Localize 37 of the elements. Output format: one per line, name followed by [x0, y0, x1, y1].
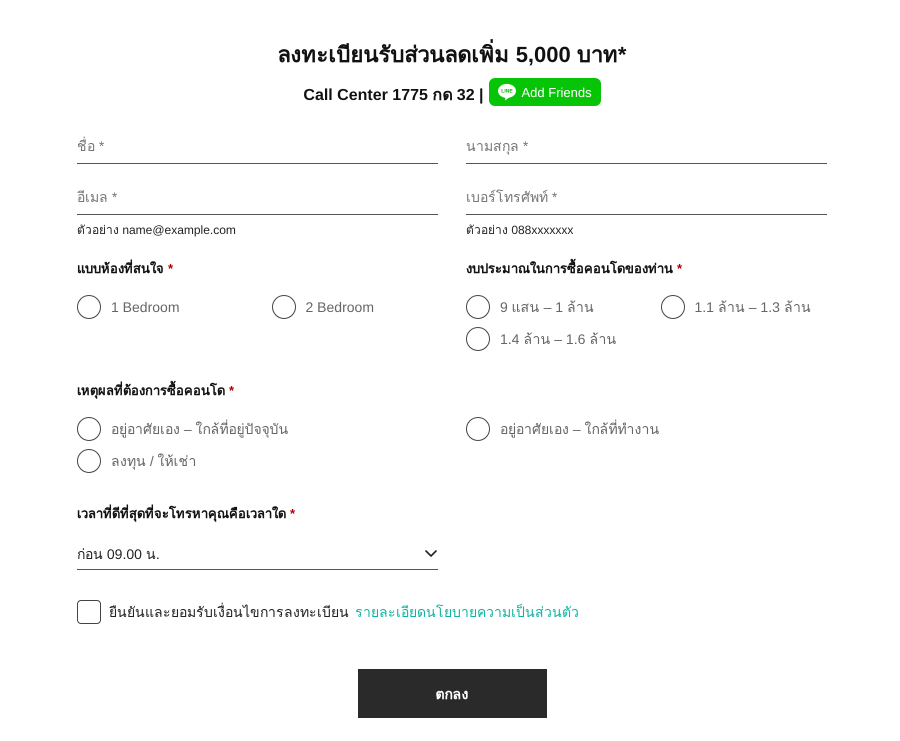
radio-button[interactable]	[77, 449, 101, 473]
radio-button[interactable]	[77, 417, 101, 441]
question-label: งบประมาณในการซื้อคอนโดของท่าน	[466, 260, 673, 278]
radio-button[interactable]	[466, 295, 490, 319]
checkbox[interactable]	[77, 600, 101, 624]
input-field[interactable]: นามสกุล *	[466, 132, 827, 164]
field-hint: ตัวอย่าง name@example.com	[77, 223, 237, 237]
radio-label[interactable]: 1 Bedroom	[111, 299, 180, 315]
input-field[interactable]: เบอร์โทรศัพท์ *	[466, 183, 827, 215]
radio-label[interactable]: อยู่อาศัยเอง – ใกล้ที่ทำงาน	[500, 418, 660, 440]
radio-label[interactable]: 1.1 ล้าน – 1.3 ล้าน	[694, 296, 811, 318]
radio-label[interactable]: ลงทุน / ให้เช่า	[111, 450, 197, 472]
radio-label[interactable]: 9 แสน – 1 ล้าน	[500, 296, 594, 318]
submit-button[interactable]: ตกลง	[358, 669, 546, 718]
input-field[interactable]: ชื่อ *	[77, 132, 438, 164]
required-mark: *	[290, 505, 296, 523]
required-mark: *	[229, 382, 234, 400]
radio-label[interactable]: 1.4 ล้าน – 1.6 ล้าน	[500, 328, 616, 350]
radio-button[interactable]	[466, 417, 490, 441]
field-hint: ตัวอย่าง 088xxxxxxx	[466, 223, 574, 237]
call-center-text: Call Center 1775 กด 32 |	[303, 86, 484, 106]
input-field[interactable]: อีเมล *	[77, 183, 438, 215]
form-title: ลงทะเบียนรับส่วนลดเพิ่ม 5,000 บาท*	[77, 40, 827, 70]
question-label: เหตุผลที่ต้องการซื้อคอนโด	[77, 382, 225, 400]
radio-button[interactable]	[272, 295, 296, 319]
radio-label[interactable]: 2 Bedroom	[306, 299, 374, 315]
radio-button[interactable]	[660, 295, 684, 319]
radio-label[interactable]: อยู่อาศัยเอง – ใกล้ที่อยู่ปัจจุบัน	[111, 418, 289, 440]
required-mark: *	[168, 260, 174, 278]
question-label: เวลาที่ดีที่สุดที่จะโทรหาคุณคือเวลาใด	[77, 505, 286, 523]
question-label: แบบห้องที่สนใจ	[77, 260, 164, 278]
radio-button[interactable]	[77, 295, 101, 319]
required-mark: *	[677, 260, 682, 278]
time-dropdown[interactable]: ก่อน 09.00 น.	[77, 540, 438, 570]
consent-text: ยืนยันและยอมรับเงื่อนไขการลงทะเบียน	[109, 602, 349, 622]
chevron-down-icon	[425, 550, 437, 557]
radio-button[interactable]	[466, 327, 490, 351]
